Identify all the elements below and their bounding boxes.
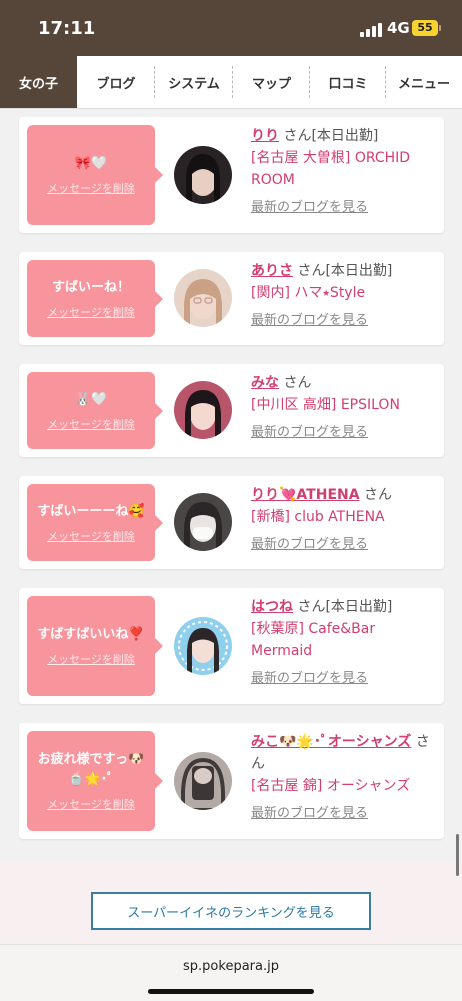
- avatar[interactable]: [174, 493, 232, 551]
- url-text[interactable]: sp.pokepara.jp: [0, 959, 462, 974]
- tab-label: システム: [168, 76, 220, 92]
- message-text: すばすばいいね❣️: [37, 627, 145, 642]
- list-item: お疲れ様ですっ🐶🍵🌟･ﾟ メッセージを削除 みこ🐶🌟･ﾟオーシャンズ さん [名…: [19, 723, 444, 839]
- honorific: さん: [283, 128, 312, 144]
- girl-info: りり さん[本日出勤] [名古屋 大曽根] ORCHID ROOM 最新のブログ…: [251, 125, 436, 219]
- browser-url-bar: sp.pokepara.jp: [0, 944, 462, 1001]
- tab-label: 口コミ: [328, 76, 368, 92]
- girl-info: みな さん [中川区 高畑] EPSILON 最新のブログを見る: [251, 372, 436, 444]
- girl-name-link[interactable]: みこ🐶🌟･ﾟオーシャンズ: [251, 734, 411, 750]
- message-text: お疲れ様ですっ🐶🍵🌟･ﾟ: [37, 752, 145, 787]
- honorific: さん: [283, 375, 312, 391]
- ranking-button-label: スーパーイイネのランキングを見る: [127, 905, 335, 921]
- latest-blog-link[interactable]: 最新のブログを見る: [251, 803, 436, 825]
- delete-message-link[interactable]: メッセージを削除: [47, 528, 135, 544]
- tab-girls[interactable]: 女の子: [0, 56, 77, 108]
- scrollbar[interactable]: [456, 834, 459, 876]
- latest-blog-link[interactable]: 最新のブログを見る: [251, 422, 436, 444]
- delete-message-link[interactable]: メッセージを削除: [47, 180, 135, 196]
- message-bubble: お疲れ様ですっ🐶🍵🌟･ﾟ メッセージを削除: [27, 731, 163, 831]
- latest-blog-link[interactable]: 最新のブログを見る: [251, 534, 436, 556]
- list-item: すばいーね！ メッセージを削除 ありさ さん[本日出勤] [関内] ハマ⭑Sty…: [19, 252, 444, 345]
- latest-blog-link[interactable]: 最新のブログを見る: [251, 668, 436, 690]
- battery-icon: 55: [412, 20, 438, 36]
- tab-label: 女の子: [18, 76, 58, 92]
- message-text: 🎀🤍: [74, 156, 108, 171]
- latest-blog-link[interactable]: 最新のブログを見る: [251, 197, 436, 219]
- work-status: [本日出勤]: [325, 263, 393, 279]
- status-bar: 17:11 4G 55: [0, 0, 462, 56]
- list-item: すばいーーーね🥰 メッセージを削除 りり💘ATHENA さん [新橋] club…: [19, 476, 444, 569]
- tab-reviews[interactable]: 口コミ: [310, 56, 386, 108]
- delete-message-link[interactable]: メッセージを削除: [47, 304, 135, 320]
- message-bubble: すばいーーーね🥰 メッセージを削除: [27, 484, 163, 561]
- tab-label: メニュー: [397, 76, 450, 92]
- latest-blog-link[interactable]: 最新のブログを見る: [251, 310, 436, 332]
- girl-info: ありさ さん[本日出勤] [関内] ハマ⭑Style 最新のブログを見る: [251, 260, 436, 332]
- shop-name[interactable]: [秋葉原] Cafe&Bar Mermaid: [251, 618, 436, 662]
- honorific: さん: [297, 263, 326, 279]
- delete-message-link[interactable]: メッセージを削除: [47, 416, 135, 432]
- home-indicator[interactable]: [148, 989, 314, 994]
- message-text: すばいーね！: [51, 279, 130, 295]
- girl-name-link[interactable]: ありさ: [251, 263, 293, 279]
- shop-name[interactable]: [名古屋 大曽根] ORCHID ROOM: [251, 147, 436, 191]
- tab-blog[interactable]: ブログ: [77, 56, 155, 108]
- honorific: さん: [297, 599, 326, 615]
- signal-icon: [360, 23, 382, 37]
- list-item: 🐰🤍 メッセージを削除 みな さん [中川区 高畑] EPSILON 最新のブロ…: [19, 364, 444, 457]
- avatar[interactable]: [174, 617, 232, 675]
- girl-info: はつね さん[本日出勤] [秋葉原] Cafe&Bar Mermaid 最新のブ…: [251, 596, 436, 690]
- message-bubble: すばいーね！ メッセージを削除: [27, 260, 163, 337]
- shop-name[interactable]: [名古屋 錦] オーシャンズ: [251, 775, 436, 797]
- girl-info: りり💘ATHENA さん [新橋] club ATHENA 最新のブログを見る: [251, 484, 436, 556]
- list-item: すばすばいいね❣️ メッセージを削除 はつね さん[本日出勤] [秋葉原] Ca…: [19, 588, 444, 704]
- delete-message-link[interactable]: メッセージを削除: [47, 651, 135, 667]
- list-item: 🎀🤍 メッセージを削除 りり さん[本日出勤] [名古屋 大曽根] ORCHID…: [19, 117, 444, 233]
- girl-name-link[interactable]: りり💘ATHENA: [251, 487, 360, 503]
- girl-info: みこ🐶🌟･ﾟオーシャンズ さん [名古屋 錦] オーシャンズ 最新のブログを見る: [251, 731, 436, 825]
- avatar[interactable]: [174, 752, 232, 810]
- message-bubble: 🐰🤍 メッセージを削除: [27, 372, 163, 449]
- tab-label: ブログ: [96, 76, 136, 92]
- avatar[interactable]: [174, 269, 232, 327]
- tab-label: マップ: [251, 76, 291, 92]
- super-like-ranking-button[interactable]: スーパーイイネのランキングを見る: [91, 892, 371, 930]
- delete-message-link[interactable]: メッセージを削除: [47, 796, 135, 812]
- work-status: [本日出勤]: [311, 128, 379, 144]
- shop-name[interactable]: [中川区 高畑] EPSILON: [251, 394, 436, 416]
- work-status: [本日出勤]: [325, 599, 393, 615]
- tab-map[interactable]: マップ: [233, 56, 310, 108]
- battery-tip: [439, 25, 441, 31]
- girl-name-link[interactable]: はつね: [251, 599, 293, 615]
- avatar[interactable]: [174, 381, 232, 439]
- message-bubble: 🎀🤍 メッセージを削除: [27, 125, 163, 225]
- message-bubble: すばすばいいね❣️ メッセージを削除: [27, 596, 163, 696]
- girl-name-link[interactable]: みな: [251, 375, 279, 391]
- tab-system[interactable]: システム: [155, 56, 233, 108]
- network-type: 4G: [387, 19, 410, 37]
- shop-name[interactable]: [新橋] club ATHENA: [251, 506, 436, 528]
- avatar[interactable]: [174, 146, 232, 204]
- girl-name-link[interactable]: りり: [251, 128, 279, 144]
- message-text: すばいーーーね🥰: [37, 503, 145, 519]
- shop-name[interactable]: [関内] ハマ⭑Style: [251, 282, 436, 304]
- nav-tabs: 女の子 ブログ システム マップ 口コミ メニュー: [0, 56, 462, 109]
- tab-menu[interactable]: メニュー: [386, 56, 462, 108]
- honorific: さん: [364, 487, 393, 503]
- message-text: 🐰🤍: [74, 391, 108, 407]
- status-time: 17:11: [38, 18, 96, 39]
